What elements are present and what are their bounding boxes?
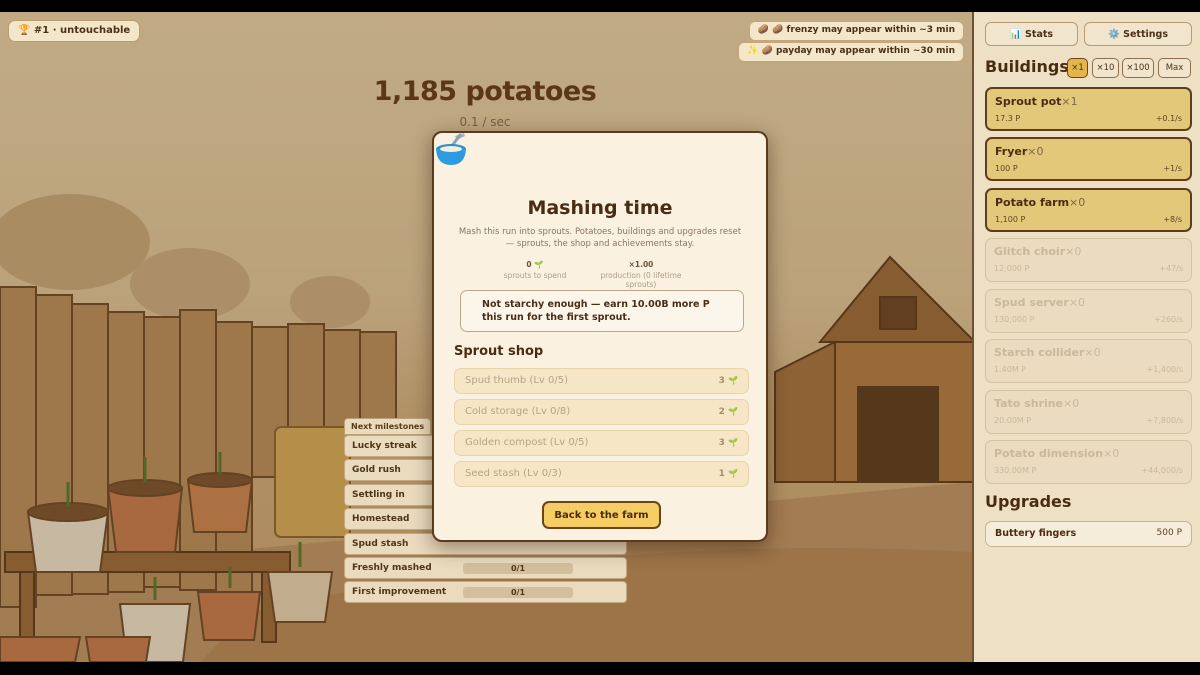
potato-counter: 1,185 potatoes xyxy=(373,76,597,107)
milestone-name: Lucky streak xyxy=(352,441,417,451)
milestone-name: Spud stash xyxy=(352,538,409,549)
shop-item-cost: 3 🌱 xyxy=(718,438,738,448)
payday-notice: ✨ 🥔 payday may appear within ~30 min xyxy=(738,42,964,62)
milestone-name: Homestead xyxy=(352,514,410,525)
building-cost: 1.40M P xyxy=(994,365,1027,374)
shop-item-cost: 3 🌱 xyxy=(718,376,738,386)
building-cost: 12,000 P xyxy=(994,264,1030,273)
building-owned: ×0 xyxy=(1027,145,1044,158)
frenzy-notice: 🥔 🥔 frenzy may appear within ~3 min xyxy=(748,21,964,41)
multiplier-max-button[interactable]: Max xyxy=(1158,58,1191,78)
shop-item-name: Spud thumb (Lv 0/5) xyxy=(465,375,568,386)
building-owned: ×0 xyxy=(1063,397,1080,410)
production-stat: ×1.00 production (0 lifetime sprouts) xyxy=(586,260,696,289)
building-cost: 330.00M P xyxy=(994,466,1037,475)
upgrade-buttery-fingers[interactable]: Buttery fingers 500 P xyxy=(985,521,1192,547)
building-rate: +1/s xyxy=(1163,164,1182,173)
building-sprout-pot[interactable]: Sprout pot×1 17.3 P +0.1/s xyxy=(985,87,1192,131)
milestone-progress: 0/1 xyxy=(463,562,573,574)
mashing-modal: Mashing time Mash this run into sprouts.… xyxy=(432,131,768,542)
rank-badge[interactable]: 🏆 #1 · untouchable xyxy=(8,20,141,42)
sprout-icon: 🌱 xyxy=(728,469,738,478)
shop-item-spud-thumb[interactable]: Spud thumb (Lv 0/5) 3 🌱 xyxy=(454,368,749,394)
shop-item-cost: 2 🌱 xyxy=(718,407,738,417)
back-to-farm-button[interactable]: Back to the farm xyxy=(542,501,661,529)
building-rate: +260/s xyxy=(1154,315,1183,324)
building-name: Sprout pot×1 xyxy=(995,95,1078,108)
shop-item-name: Seed stash (Lv 0/3) xyxy=(465,468,562,479)
building-owned: ×1 xyxy=(1061,95,1078,108)
sprout-icon: 🌱 xyxy=(728,407,738,416)
settings-button[interactable]: ⚙️ Settings xyxy=(1084,22,1192,46)
milestone-row: Freshly mashed 0/1 xyxy=(344,556,627,579)
modal-description: Mash this run into sprouts. Potatoes, bu… xyxy=(458,227,742,249)
multiplier-x10-button[interactable]: ×10 xyxy=(1092,58,1119,78)
milestone-progress: 0/1 xyxy=(463,587,573,599)
mashing-bowl-icon xyxy=(436,133,466,165)
building-rate: +7,800/s xyxy=(1146,416,1183,425)
building-name: Starch collider×0 xyxy=(994,346,1101,359)
building-rate: +44,000/s xyxy=(1141,466,1183,475)
building-name: Potato farm×0 xyxy=(995,196,1086,209)
building-rate: +1,400/s xyxy=(1146,365,1183,374)
sprouts-to-spend-label: sprouts to spend xyxy=(503,271,567,280)
shop-item-name: Golden compost (Lv 0/5) xyxy=(465,437,589,448)
building-name: Potato dimension×0 xyxy=(994,447,1120,460)
building-owned: ×0 xyxy=(1103,447,1120,460)
modal-title: Mashing time xyxy=(527,197,673,219)
sprouts-stat: 0 🌱 sprouts to spend xyxy=(480,260,590,280)
milestone-name: First improvement xyxy=(352,587,447,598)
shop-item-golden-compost[interactable]: Golden compost (Lv 0/5) 3 🌱 xyxy=(454,430,749,456)
milestone-name: Settling in xyxy=(352,489,405,500)
sprout-icon: 🌱 xyxy=(728,438,738,447)
production-multiplier-label: production (0 lifetime sprouts) xyxy=(600,271,682,289)
upgrades-title: Upgrades xyxy=(985,492,1072,511)
milestone-name: Gold rush xyxy=(352,465,401,476)
side-panel: 📊 Stats ⚙️ Settings Buildings ×1 ×10 ×10… xyxy=(972,12,1200,662)
building-rate: +47/s xyxy=(1159,264,1183,273)
farm-scene: 🏆 #1 · untouchable 🥔 🥔 frenzy may appear… xyxy=(0,12,972,662)
building-name: Glitch choir×0 xyxy=(994,245,1082,258)
sprout-icon: 🌱 xyxy=(728,376,738,385)
production-multiplier-value: ×1.00 xyxy=(628,260,654,269)
building-cost: 130,000 P xyxy=(994,315,1035,324)
shop-item-seed-stash[interactable]: Seed stash (Lv 0/3) 1 🌱 xyxy=(454,461,749,487)
building-name: Spud server×0 xyxy=(994,296,1086,309)
shop-item-cost: 1 🌱 xyxy=(718,469,738,479)
production-rate: 0.1 / sec xyxy=(459,115,511,129)
shop-item-cold-storage[interactable]: Cold storage (Lv 0/8) 2 🌱 xyxy=(454,399,749,425)
upgrade-name: Buttery fingers xyxy=(995,528,1077,539)
shop-item-name: Cold storage (Lv 0/8) xyxy=(465,406,571,417)
building-rate: +8/s xyxy=(1163,215,1182,224)
building-tato-shrine[interactable]: Tato shrine×0 20.00M P +7,800/s xyxy=(985,390,1192,434)
sprout-shop-title: Sprout shop xyxy=(454,344,544,359)
building-name: Tato shrine×0 xyxy=(994,397,1080,410)
multiplier-x1-button[interactable]: ×1 xyxy=(1067,58,1088,78)
building-potato-dimension[interactable]: Potato dimension×0 330.00M P +44,000/s xyxy=(985,440,1192,484)
building-owned: ×0 xyxy=(1065,245,1082,258)
building-owned: ×0 xyxy=(1084,346,1101,359)
building-cost: 20.00M P xyxy=(994,416,1032,425)
sprout-requirement-notice: Not starchy enough — earn 10.00B more P … xyxy=(460,290,744,332)
sprouts-to-spend-value: 0 🌱 xyxy=(526,260,544,269)
buildings-title: Buildings xyxy=(985,57,1069,76)
building-spud-server[interactable]: Spud server×0 130,000 P +260/s xyxy=(985,289,1192,333)
milestone-row: First improvement 0/1 xyxy=(344,581,627,604)
building-rate: +0.1/s xyxy=(1155,114,1182,123)
building-potato-farm[interactable]: Potato farm×0 1,100 P +8/s xyxy=(985,188,1192,232)
building-fryer[interactable]: Fryer×0 100 P +1/s xyxy=(985,137,1192,181)
building-name: Fryer×0 xyxy=(995,145,1044,158)
multiplier-x100-button[interactable]: ×100 xyxy=(1122,58,1154,78)
building-owned: ×0 xyxy=(1068,296,1086,309)
building-glitch-choir[interactable]: Glitch choir×0 12,000 P +47/s xyxy=(985,238,1192,282)
building-cost: 1,100 P xyxy=(995,215,1026,224)
building-cost: 17.3 P xyxy=(995,114,1021,123)
building-owned: ×0 xyxy=(1069,196,1086,209)
upgrade-cost: 500 P xyxy=(1156,528,1182,538)
stats-button[interactable]: 📊 Stats xyxy=(985,22,1078,46)
building-cost: 100 P xyxy=(995,164,1018,173)
milestone-name: Freshly mashed xyxy=(352,562,432,573)
building-starch-collider[interactable]: Starch collider×0 1.40M P +1,400/s xyxy=(985,339,1192,383)
milestones-heading: Next milestones xyxy=(344,418,432,435)
